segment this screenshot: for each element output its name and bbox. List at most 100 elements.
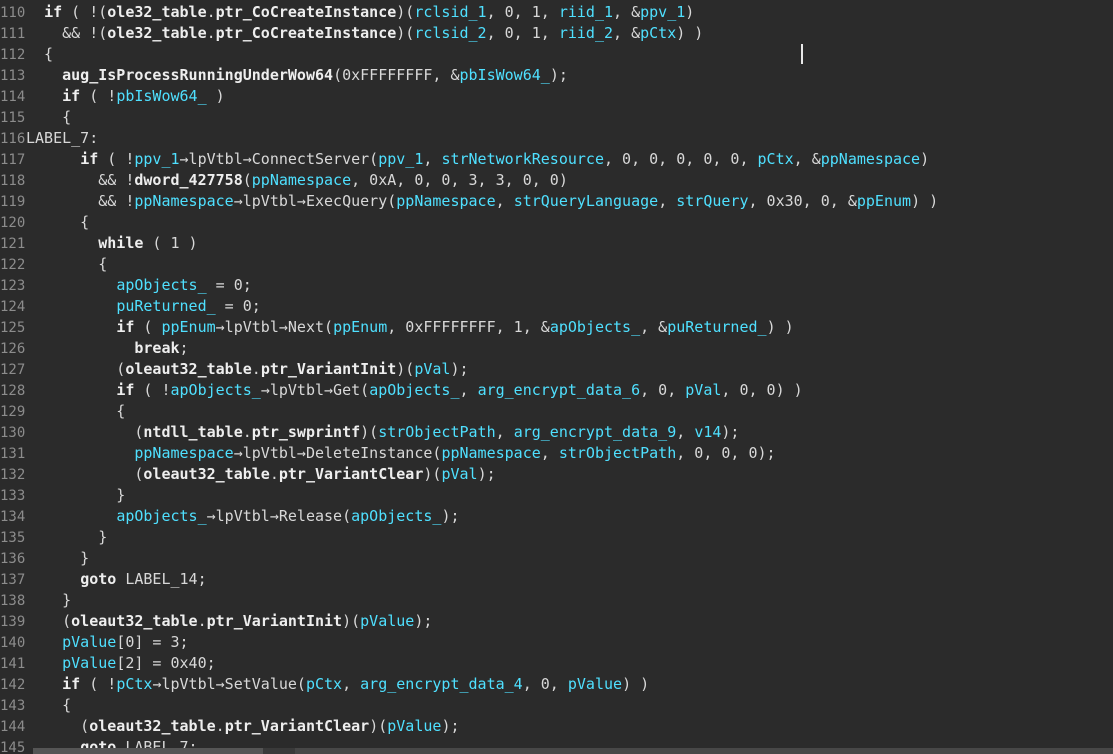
code-variable-token: pbIsWow64_ <box>459 66 550 84</box>
code-text-token: ( <box>26 717 90 735</box>
line-code: if ( !pbIsWow64_ ) <box>26 86 225 107</box>
code-line[interactable]: 133 } <box>0 485 1113 506</box>
line-number: 133 <box>0 488 26 504</box>
code-variable-token: arg_encrypt_data_6 <box>477 381 641 399</box>
code-line[interactable]: 111 && !(ole32_table.ptr_CoCreateInstanc… <box>0 23 1113 44</box>
line-code: pValue[2] = 0x40; <box>26 653 216 674</box>
code-line[interactable]: 129 { <box>0 401 1113 422</box>
line-number: 127 <box>0 362 26 378</box>
line-number: 124 <box>0 299 26 315</box>
code-line[interactable]: 130 (ntdll_table.ptr_swprintf)(strObject… <box>0 422 1113 443</box>
code-identifier-token: ptr_VariantInit <box>206 612 343 630</box>
code-variable-token: arg_encrypt_data_4 <box>360 675 523 693</box>
code-line[interactable]: 120 { <box>0 212 1113 233</box>
code-line[interactable]: 122 { <box>0 254 1113 275</box>
code-line[interactable]: 126 break; <box>0 338 1113 359</box>
code-variable-token: pCtx <box>116 675 153 693</box>
code-line[interactable]: 135 } <box>0 527 1113 548</box>
code-identifier-token: ptr_CoCreateInstance <box>215 3 397 21</box>
code-variable-token: pValue <box>360 612 415 630</box>
line-code: { <box>26 107 71 128</box>
code-variable-token: ppNamespace <box>396 192 496 210</box>
code-line[interactable]: 116LABEL_7: <box>0 128 1113 149</box>
code-line[interactable]: 131 ppNamespace→lpVtbl→DeleteInstance(pp… <box>0 443 1113 464</box>
code-line[interactable]: 123 apObjects_ = 0; <box>0 275 1113 296</box>
code-line[interactable]: 119 && !ppNamespace→lpVtbl→ExecQuery(ppN… <box>0 191 1113 212</box>
code-text-token: ; <box>179 339 189 357</box>
code-variable-token: v14 <box>694 423 722 441</box>
code-line[interactable]: 139 (oleaut32_table.ptr_VariantInit)(pVa… <box>0 611 1113 632</box>
code-line[interactable]: 114 if ( !pbIsWow64_ ) <box>0 86 1113 107</box>
code-variable-token: puReturned_ <box>116 297 216 315</box>
code-line[interactable]: 124 puReturned_ = 0; <box>0 296 1113 317</box>
line-number: 130 <box>0 425 26 441</box>
line-code: (oleaut32_table.ptr_VariantInit)(pVal); <box>26 359 468 380</box>
code-identifier-token: ole32_table <box>107 3 207 21</box>
code-text-token: (0xFFFFFFFF, & <box>333 66 460 84</box>
line-code: && !ppNamespace→lpVtbl→ExecQuery(ppNames… <box>26 191 938 212</box>
code-text-token: )( <box>369 717 388 735</box>
code-line[interactable]: 142 if ( !pCtx→lpVtbl→SetValue(pCtx, arg… <box>0 674 1113 695</box>
code-line[interactable]: 125 if ( ppEnum→lpVtbl→Next(ppEnum, 0xFF… <box>0 317 1113 338</box>
code-variable-token: apObjects_ <box>369 381 460 399</box>
code-identifier-token: if <box>80 150 99 168</box>
code-variable-token: ppNamespace <box>134 444 234 462</box>
code-line[interactable]: 110 if ( !(ole32_table.ptr_CoCreateInsta… <box>0 2 1113 23</box>
code-text-token: ) ) <box>766 318 794 336</box>
code-line[interactable]: 121 while ( 1 ) <box>0 233 1113 254</box>
scrollbar-track-segment[interactable] <box>295 748 1113 754</box>
line-number: 125 <box>0 320 26 336</box>
line-number: 113 <box>0 68 26 84</box>
code-line[interactable]: 117 if ( !ppv_1→lpVtbl→ConnectServer(ppv… <box>0 149 1113 170</box>
code-text-token: ( ! <box>80 87 117 105</box>
line-number: 145 <box>0 740 26 754</box>
code-identifier-token: break <box>134 339 180 357</box>
code-text-token: , <box>459 381 478 399</box>
code-variable-token: pCtx <box>305 675 343 693</box>
code-variable-token: pValue <box>62 654 117 672</box>
code-line[interactable]: 137 goto LABEL_14; <box>0 569 1113 590</box>
horizontal-scrollbar[interactable] <box>33 748 1113 754</box>
code-text-token: { <box>26 213 90 231</box>
code-line[interactable]: 112 { <box>0 44 1113 65</box>
code-identifier-token: if <box>62 675 81 693</box>
code-variable-token: pVal <box>414 360 451 378</box>
code-text-token: , & <box>640 318 668 336</box>
code-text-token: , 0, <box>640 381 686 399</box>
code-line[interactable]: 113 aug_IsProcessRunningUnderWow64(0xFFF… <box>0 65 1113 86</box>
code-editor[interactable]: 110 if ( !(ole32_table.ptr_CoCreateInsta… <box>0 0 1113 754</box>
code-line[interactable]: 141 pValue[2] = 0x40; <box>0 653 1113 674</box>
code-text-token: →lpVtbl→Get( <box>260 381 370 399</box>
code-text-token: ) <box>685 3 695 21</box>
code-line[interactable]: 115 { <box>0 107 1113 128</box>
line-code: && !(ole32_table.ptr_CoCreateInstance)(r… <box>26 23 703 44</box>
code-line[interactable]: 136 } <box>0 548 1113 569</box>
code-variable-token: ppv_1 <box>134 150 180 168</box>
code-text-token: →lpVtbl→ExecQuery( <box>233 192 397 210</box>
code-line[interactable]: 127 (oleaut32_table.ptr_VariantInit)(pVa… <box>0 359 1113 380</box>
line-number: 114 <box>0 89 26 105</box>
code-line[interactable]: 118 && !dword_427758(ppNamespace, 0xA, 0… <box>0 170 1113 191</box>
code-line[interactable]: 138 } <box>0 590 1113 611</box>
line-code: (oleaut32_table.ptr_VariantClear)(pVal); <box>26 464 495 485</box>
line-code: } <box>26 590 71 611</box>
code-identifier-token: if <box>116 318 135 336</box>
line-number: 131 <box>0 446 26 462</box>
code-line[interactable]: 132 (oleaut32_table.ptr_VariantClear)(pV… <box>0 464 1113 485</box>
scrollbar-thumb[interactable] <box>33 748 263 754</box>
code-line[interactable]: 140 pValue[0] = 3; <box>0 632 1113 653</box>
code-text-token: , <box>495 192 514 210</box>
code-line[interactable]: 134 apObjects_→lpVtbl→Release(apObjects_… <box>0 506 1113 527</box>
text-caret <box>801 44 803 64</box>
code-line[interactable]: 144 (oleaut32_table.ptr_VariantClear)(pV… <box>0 716 1113 737</box>
code-line[interactable]: 143 { <box>0 695 1113 716</box>
code-text-token: [0] = 3; <box>116 633 189 651</box>
line-number: 123 <box>0 278 26 294</box>
line-code: LABEL_7: <box>26 128 98 149</box>
line-number: 129 <box>0 404 26 420</box>
code-line[interactable]: 128 if ( !apObjects_→lpVtbl→Get(apObject… <box>0 380 1113 401</box>
code-text-token: ( <box>134 318 162 336</box>
